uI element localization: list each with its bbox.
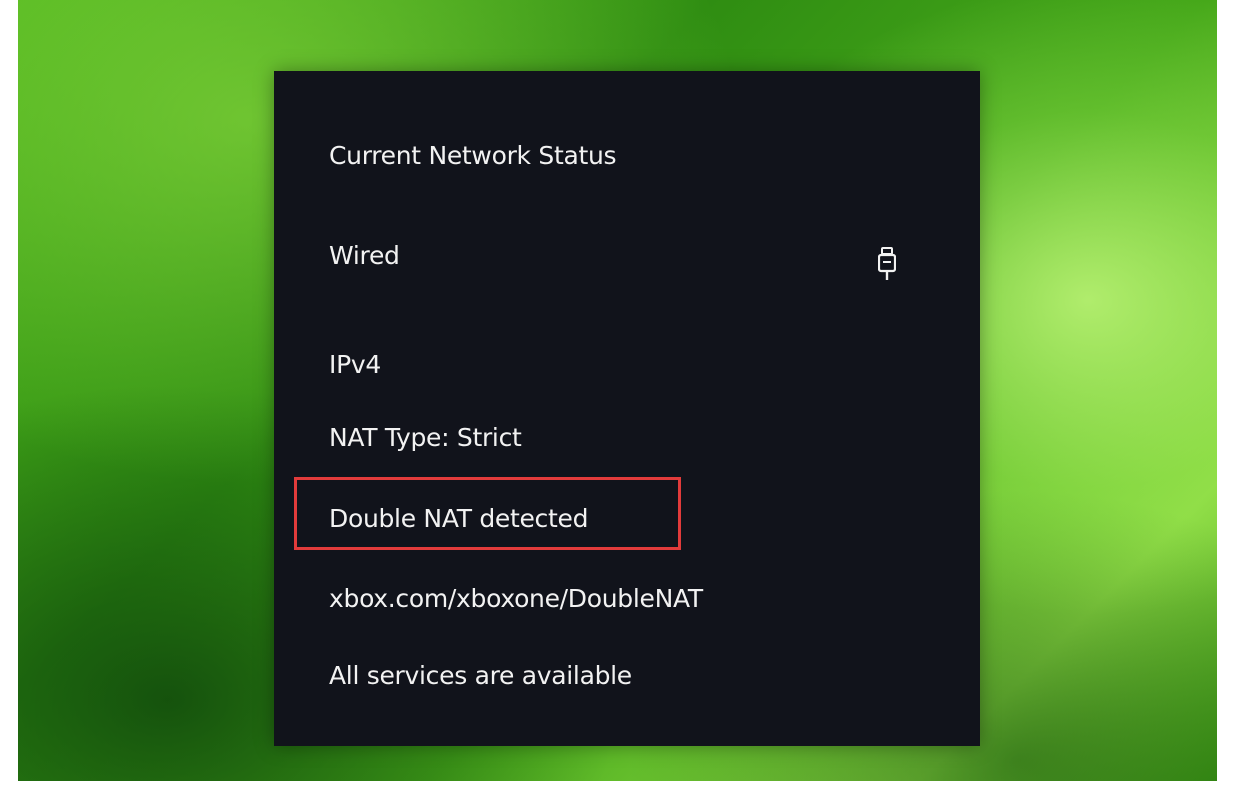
nat-type-label: NAT Type: Strict [329,423,522,452]
panel-title: Current Network Status [329,141,617,170]
green-background: Current Network Status Wired IPv4 NAT Ty… [18,0,1217,781]
network-status-panel: Current Network Status Wired IPv4 NAT Ty… [274,71,980,746]
ethernet-plug-icon [878,247,896,280]
services-status: All services are available [329,661,632,690]
ip-protocol-label: IPv4 [329,350,381,379]
connection-type-label: Wired [329,241,400,270]
help-link[interactable]: xbox.com/xboxone/DoubleNAT [329,584,703,614]
double-nat-warning: Double NAT detected [329,504,589,533]
